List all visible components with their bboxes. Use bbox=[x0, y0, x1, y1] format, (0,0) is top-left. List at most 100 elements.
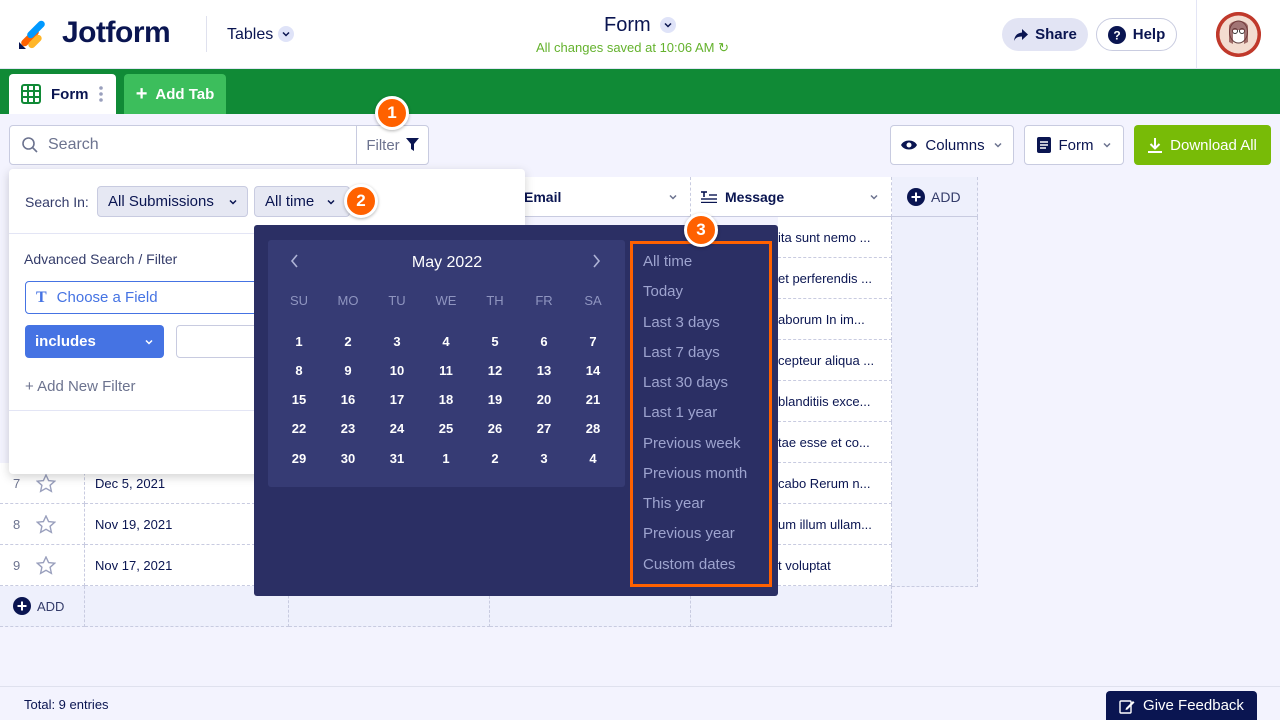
calendar-day[interactable]: 13 bbox=[529, 363, 559, 378]
more-vertical-icon[interactable] bbox=[98, 86, 103, 102]
time-range-select[interactable]: All time bbox=[254, 186, 350, 217]
calendar-day[interactable]: 18 bbox=[431, 392, 461, 407]
calendar-day[interactable]: 9 bbox=[333, 363, 363, 378]
total-entries: Total: 9 entries bbox=[24, 697, 109, 712]
table-cell-message[interactable]: ita sunt nemo ... bbox=[778, 217, 892, 258]
jotform-logo-icon[interactable] bbox=[17, 18, 49, 50]
next-month-icon[interactable] bbox=[591, 252, 601, 273]
table-cell-message[interactable]: et perferendis ... bbox=[778, 258, 892, 299]
chevron-down-icon bbox=[669, 194, 677, 200]
date-preset-option[interactable]: Previous year bbox=[643, 525, 735, 542]
column-header-label: Message bbox=[725, 188, 785, 205]
share-button[interactable]: Share bbox=[1002, 18, 1088, 51]
add-new-filter-link[interactable]: + Add New Filter bbox=[25, 378, 135, 395]
add-row-button[interactable]: ADD bbox=[0, 586, 85, 627]
choose-field-placeholder: Choose a Field bbox=[56, 289, 158, 306]
date-preset-option[interactable]: Last 7 days bbox=[643, 344, 720, 361]
calendar-day[interactable]: 24 bbox=[382, 421, 412, 436]
user-avatar[interactable] bbox=[1216, 12, 1261, 57]
calendar-day[interactable]: 27 bbox=[529, 421, 559, 436]
column-header-message[interactable]: Message bbox=[691, 177, 892, 217]
date-preset-option[interactable]: Last 3 days bbox=[643, 314, 720, 331]
table-row-header[interactable]: 9 bbox=[0, 545, 85, 586]
calendar-day[interactable]: 1 bbox=[431, 451, 461, 466]
search-input[interactable] bbox=[48, 136, 328, 154]
filter-button[interactable]: Filter bbox=[356, 125, 429, 165]
date-preset-option[interactable]: Last 1 year bbox=[643, 404, 717, 421]
search-box[interactable] bbox=[9, 125, 357, 165]
table-cell-message[interactable]: tae esse et co... bbox=[778, 422, 892, 463]
calendar-day[interactable]: 7 bbox=[578, 334, 608, 349]
form-select-button[interactable]: Form bbox=[1024, 125, 1124, 165]
logo-text[interactable]: Jotform bbox=[62, 16, 171, 50]
calendar-day[interactable]: 12 bbox=[480, 363, 510, 378]
table-cell-date[interactable]: Nov 19, 2021 bbox=[85, 504, 255, 545]
tables-menu-label[interactable]: Tables bbox=[227, 26, 273, 44]
table-cell-message[interactable]: um illum ullam... bbox=[778, 504, 892, 545]
date-preset-option[interactable]: Today bbox=[643, 283, 683, 300]
scope-select[interactable]: All Submissions bbox=[97, 186, 248, 217]
calendar-day[interactable]: 16 bbox=[333, 392, 363, 407]
calendar-day[interactable]: 14 bbox=[578, 363, 608, 378]
date-preset-option[interactable]: Last 30 days bbox=[643, 374, 728, 391]
calendar-day[interactable]: 15 bbox=[284, 392, 314, 407]
add-column-button[interactable]: ADD bbox=[892, 177, 978, 217]
add-tab-button[interactable]: + Add Tab bbox=[124, 74, 226, 114]
calendar-day[interactable]: 8 bbox=[284, 363, 314, 378]
cell-text: tae esse et co... bbox=[778, 434, 870, 450]
calendar-day[interactable]: 25 bbox=[431, 421, 461, 436]
calendar-day[interactable]: 28 bbox=[578, 421, 608, 436]
tab-form[interactable]: Form bbox=[9, 74, 116, 114]
help-button[interactable]: ? Help bbox=[1096, 18, 1177, 51]
prev-month-icon[interactable] bbox=[290, 252, 300, 273]
choose-field-select[interactable]: T Choose a Field bbox=[25, 281, 265, 314]
calendar-day[interactable]: 5 bbox=[480, 334, 510, 349]
table-cell-message[interactable]: blanditiis exce... bbox=[778, 381, 892, 422]
help-label: Help bbox=[1132, 26, 1166, 43]
calendar-day[interactable]: 29 bbox=[284, 451, 314, 466]
calendar-day[interactable]: 3 bbox=[529, 451, 559, 466]
operator-select[interactable]: includes bbox=[25, 325, 164, 358]
columns-button[interactable]: Columns bbox=[890, 125, 1014, 165]
date-preset-option[interactable]: Previous month bbox=[643, 465, 747, 482]
calendar-day[interactable]: 10 bbox=[382, 363, 412, 378]
table-cell-message[interactable]: cabo Rerum n... bbox=[778, 463, 892, 504]
row-number: 9 bbox=[13, 557, 21, 573]
calendar-day[interactable]: 31 bbox=[382, 451, 412, 466]
calendar-day[interactable]: 17 bbox=[382, 392, 412, 407]
calendar-day[interactable]: 2 bbox=[480, 451, 510, 466]
table-cell-date[interactable]: Nov 17, 2021 bbox=[85, 545, 255, 586]
calendar-day[interactable]: 11 bbox=[431, 363, 461, 378]
calendar-day[interactable]: 4 bbox=[431, 334, 461, 349]
calendar-day[interactable]: 1 bbox=[284, 334, 314, 349]
calendar-day[interactable]: 2 bbox=[333, 334, 363, 349]
date-preset-option[interactable]: This year bbox=[643, 495, 705, 512]
filter-value-input[interactable] bbox=[176, 325, 266, 358]
download-all-button[interactable]: Download All bbox=[1134, 125, 1271, 165]
calendar-day[interactable]: 4 bbox=[578, 451, 608, 466]
table-cell-message[interactable]: cepteur aliqua ... bbox=[778, 340, 892, 381]
form-title[interactable]: Form bbox=[604, 14, 651, 37]
date-preset-option[interactable]: Custom dates bbox=[643, 556, 736, 573]
table-row-header[interactable]: 8 bbox=[0, 504, 85, 545]
calendar-day[interactable]: 26 bbox=[480, 421, 510, 436]
add-column-area bbox=[892, 217, 978, 587]
date-preset-option[interactable]: All time bbox=[643, 253, 692, 270]
star-icon[interactable] bbox=[36, 514, 57, 534]
date-preset-option[interactable]: Previous week bbox=[643, 435, 741, 452]
star-icon[interactable] bbox=[36, 555, 57, 575]
give-feedback-button[interactable]: Give Feedback bbox=[1106, 691, 1257, 720]
calendar-day[interactable]: 20 bbox=[529, 392, 559, 407]
calendar-day[interactable]: 19 bbox=[480, 392, 510, 407]
chevron-down-icon[interactable] bbox=[278, 26, 294, 42]
table-cell-message[interactable]: t voluptat bbox=[778, 545, 892, 586]
chevron-down-icon[interactable] bbox=[660, 17, 676, 33]
star-icon[interactable] bbox=[36, 473, 57, 493]
table-cell-message[interactable]: aborum In im... bbox=[778, 299, 892, 340]
calendar-day[interactable]: 30 bbox=[333, 451, 363, 466]
calendar-day[interactable]: 23 bbox=[333, 421, 363, 436]
calendar-day[interactable]: 3 bbox=[382, 334, 412, 349]
calendar-day[interactable]: 6 bbox=[529, 334, 559, 349]
calendar-day[interactable]: 21 bbox=[578, 392, 608, 407]
calendar-day[interactable]: 22 bbox=[284, 421, 314, 436]
